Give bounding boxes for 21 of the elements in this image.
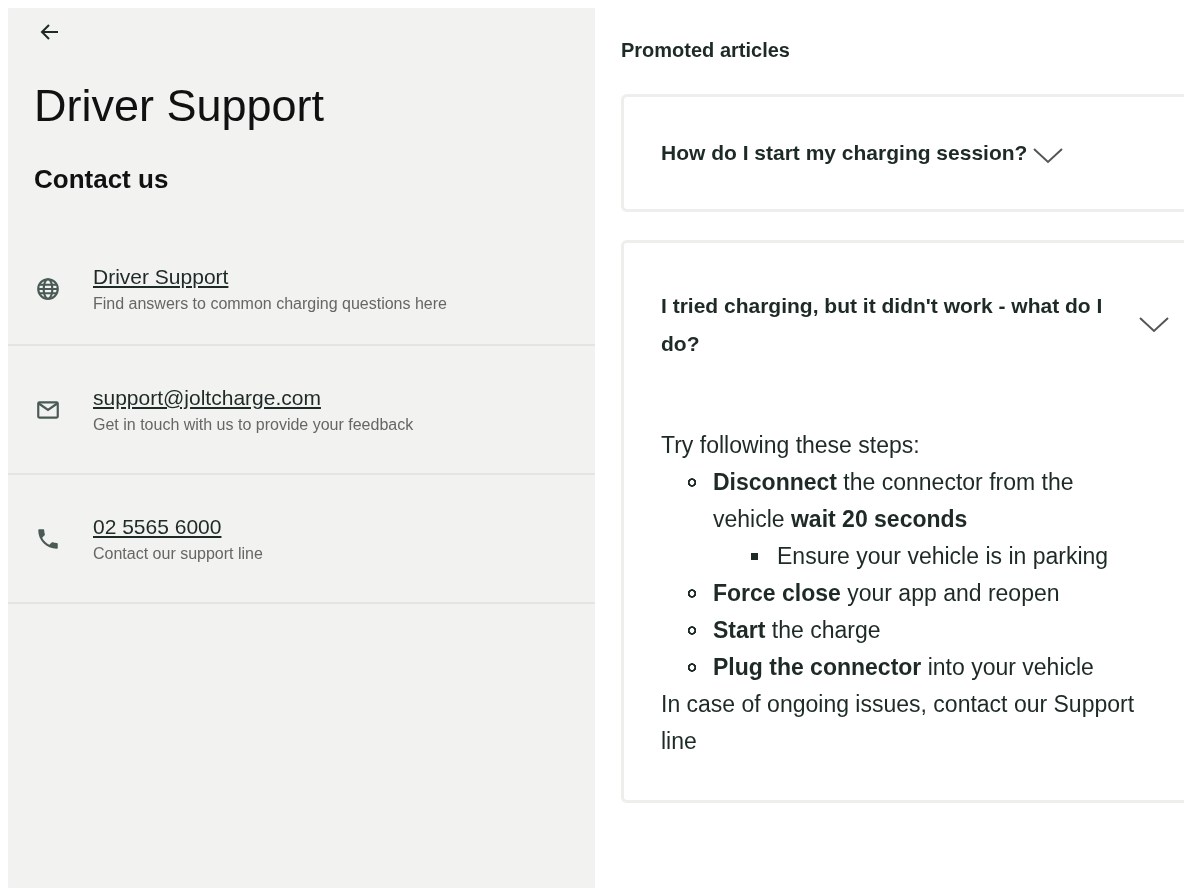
list-item-text: Ensure your vehicle is in parking	[777, 543, 1109, 569]
chevron-down-icon	[1033, 148, 1064, 164]
section-heading: Promoted articles	[621, 38, 791, 62]
article-header[interactable]: How do I start my charging session?	[624, 97, 1184, 209]
list-item-text: Force close your app and reopen	[713, 580, 1060, 606]
contact-link[interactable]: 02 5565 6000	[93, 514, 222, 539]
body-text: In case of ongoing issues, contact our Support line	[661, 690, 1136, 756]
globe-icon	[35, 276, 61, 302]
list-item-text: Start the charge	[713, 617, 881, 643]
body-text: Try following these steps:	[661, 431, 921, 460]
contact-link[interactable]: Driver Support	[93, 265, 229, 289]
list-item-text: Disconnect the connector from the vehicle wait 20 seconds	[713, 469, 1074, 532]
chevron-down-icon	[1139, 317, 1169, 333]
contact-description: Get in touch with us to provide your feedback	[93, 415, 414, 434]
page-title: Driver Support	[34, 79, 326, 133]
contact-description: Contact our support line	[93, 544, 263, 563]
list-item-text: Plug the connector into your vehicle	[713, 654, 1094, 680]
contact-description: Find answers to common charging questions here	[93, 295, 447, 313]
article-header[interactable]: I tried charging, but it didn't work - what do I do?	[624, 243, 1184, 407]
contact-link[interactable]: support@joltcharge.com	[93, 385, 321, 410]
section-heading: Contact us	[34, 163, 170, 196]
